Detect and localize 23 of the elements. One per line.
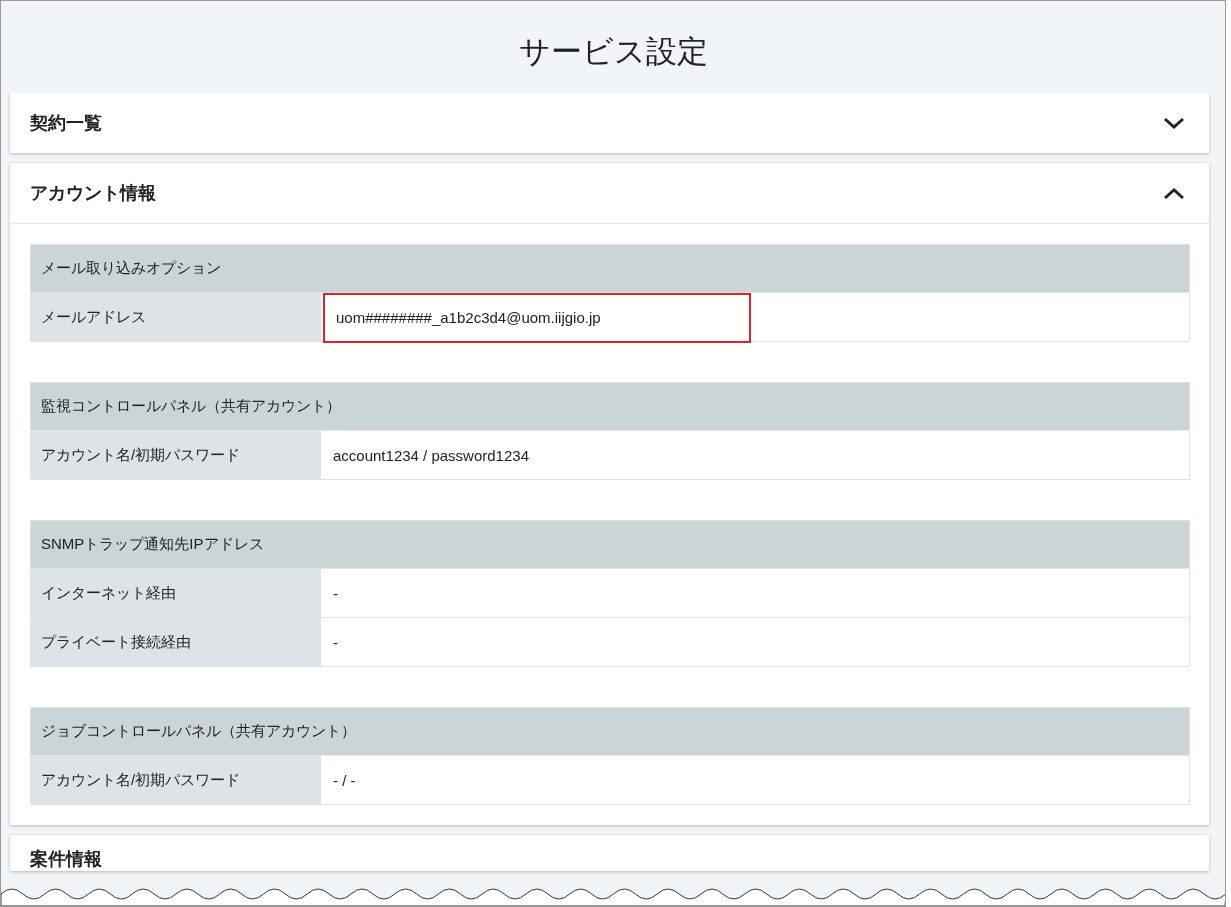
field-value: - <box>332 583 339 604</box>
field-value: account1234 / password1234 <box>332 445 530 466</box>
panel-header[interactable]: 契約一覧 <box>10 93 1209 153</box>
group-heading: ジョブコントロールパネル（共有アカウント） <box>31 708 1189 755</box>
panel-title: 契約一覧 <box>30 112 102 135</box>
panel-header[interactable]: アカウント情報 <box>10 163 1209 223</box>
group-heading: 監視コントロールパネル（共有アカウント） <box>31 383 1189 430</box>
field-value: - / - <box>332 770 357 791</box>
panel-title: アカウント情報 <box>30 182 156 205</box>
group-heading: SNMPトラップ通知先IPアドレス <box>31 521 1189 568</box>
chevron-up-icon[interactable] <box>1163 186 1185 200</box>
group-heading: メール取り込みオプション <box>31 245 1189 292</box>
panel-header[interactable]: 案件情報 <box>10 835 1209 871</box>
field-value: uom########_a1b2c3d4@uom.iijgio.jp <box>323 292 751 343</box>
page-title: サービス設定 <box>518 33 708 71</box>
field-value: - <box>332 632 339 653</box>
panel-title: 案件情報 <box>30 848 102 871</box>
chevron-down-icon[interactable] <box>1163 116 1185 130</box>
field-label: メールアドレス <box>31 293 321 341</box>
field-label: アカウント名/初期パスワード <box>31 756 321 804</box>
field-label: アカウント名/初期パスワード <box>31 431 321 479</box>
field-label: プライベート接続経由 <box>31 618 321 666</box>
field-label: インターネット経由 <box>31 569 321 617</box>
